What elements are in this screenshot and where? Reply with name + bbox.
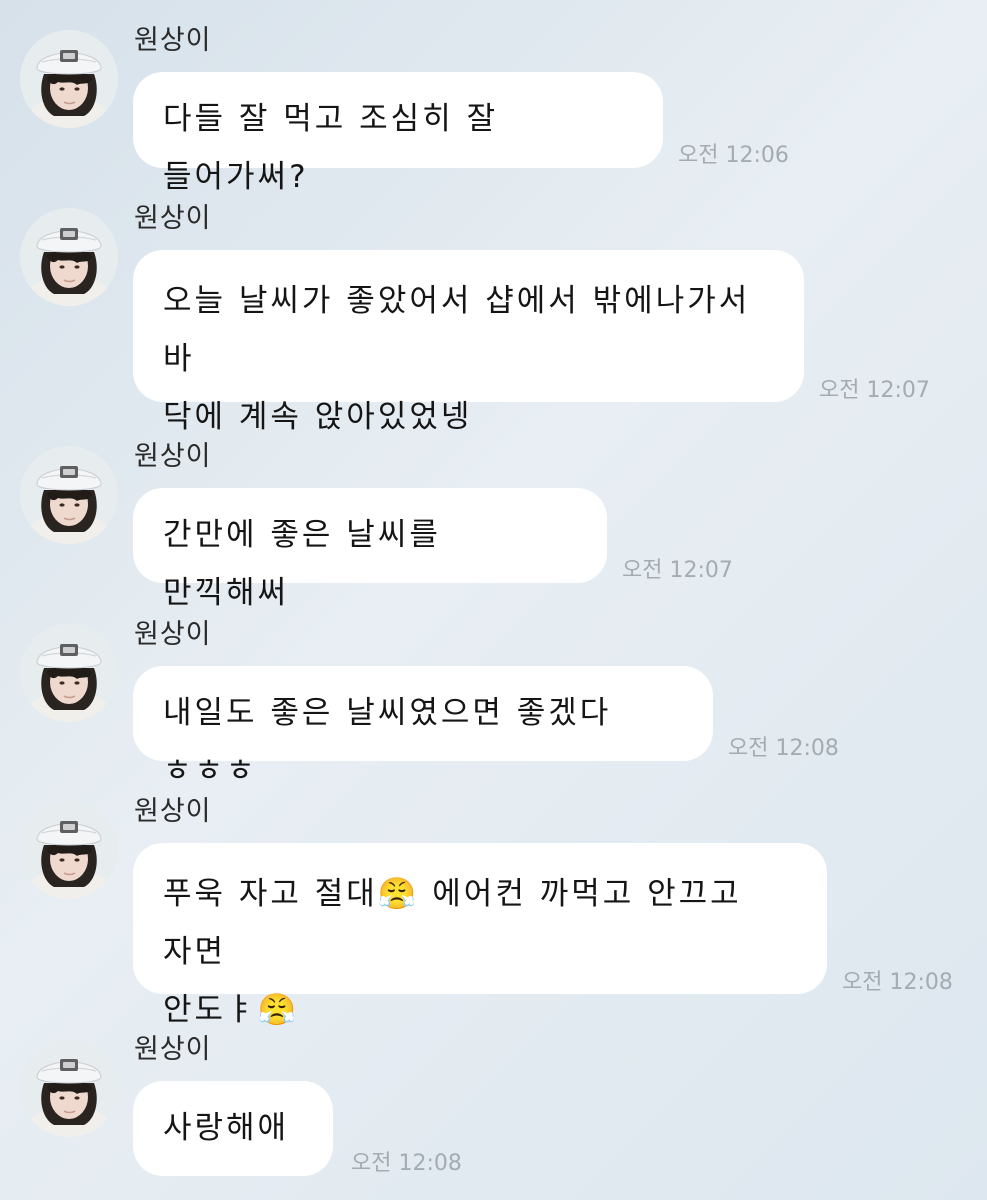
avatar[interactable]: [20, 624, 118, 722]
avatar[interactable]: [20, 30, 118, 128]
chat-message-list: 원상이 다들 잘 먹고 조심히 잘 들어가써? 오전 12:06 원상이 오늘 …: [0, 0, 987, 1200]
message-bubble[interactable]: 사랑해애: [133, 1081, 333, 1176]
avatar[interactable]: [20, 208, 118, 306]
message-text-line: 내일도 좋은 날씨였으면 좋겠다 ㅎㅎㅎ: [163, 695, 612, 789]
message-text-line: 사랑해애: [163, 1110, 290, 1146]
message-bubble[interactable]: 푸욱 자고 절대😤 에어컨 까먹고 안끄고 자면 안도ㅑ😤: [133, 843, 827, 1028]
avatar[interactable]: [20, 446, 118, 544]
sender-name: 원상이: [134, 203, 212, 234]
message-text-line: 닥에 계속 앉아있었넹: [163, 399, 473, 435]
message-text-line: 다들 잘 먹고 조심히 잘 들어가써?: [163, 101, 499, 195]
avatar[interactable]: [20, 801, 118, 899]
message-bubble[interactable]: 다들 잘 먹고 조심히 잘 들어가써?: [133, 72, 663, 195]
sender-name: 원상이: [134, 1034, 212, 1065]
message-text-line: 푸욱 자고 절대😤 에어컨 까먹고 안끄고 자면: [163, 876, 742, 970]
message-timestamp: 오전 12:07: [622, 558, 733, 583]
message-text-line: 안도ㅑ😤: [163, 992, 300, 1028]
message-timestamp: 오전 12:08: [728, 736, 839, 761]
message-bubble[interactable]: 내일도 좋은 날씨였으면 좋겠다 ㅎㅎㅎ: [133, 666, 713, 789]
sender-name: 원상이: [134, 796, 212, 827]
sender-name: 원상이: [134, 441, 212, 472]
message-timestamp: 오전 12:06: [678, 143, 789, 168]
message-timestamp: 오전 12:08: [351, 1151, 462, 1176]
message-text-line: 오늘 날씨가 좋았어서 샵에서 밖에나가서 바: [163, 283, 751, 377]
avatar[interactable]: [20, 1039, 118, 1137]
sender-name: 원상이: [134, 619, 212, 650]
sender-name: 원상이: [134, 25, 212, 56]
message-timestamp: 오전 12:08: [842, 970, 953, 995]
message-timestamp: 오전 12:07: [819, 378, 930, 403]
message-text-line: 간만에 좋은 날씨를 만끽해써: [163, 517, 441, 611]
message-bubble[interactable]: 오늘 날씨가 좋았어서 샵에서 밖에나가서 바 닥에 계속 앉아있었넹: [133, 250, 804, 435]
message-bubble[interactable]: 간만에 좋은 날씨를 만끽해써: [133, 488, 607, 611]
